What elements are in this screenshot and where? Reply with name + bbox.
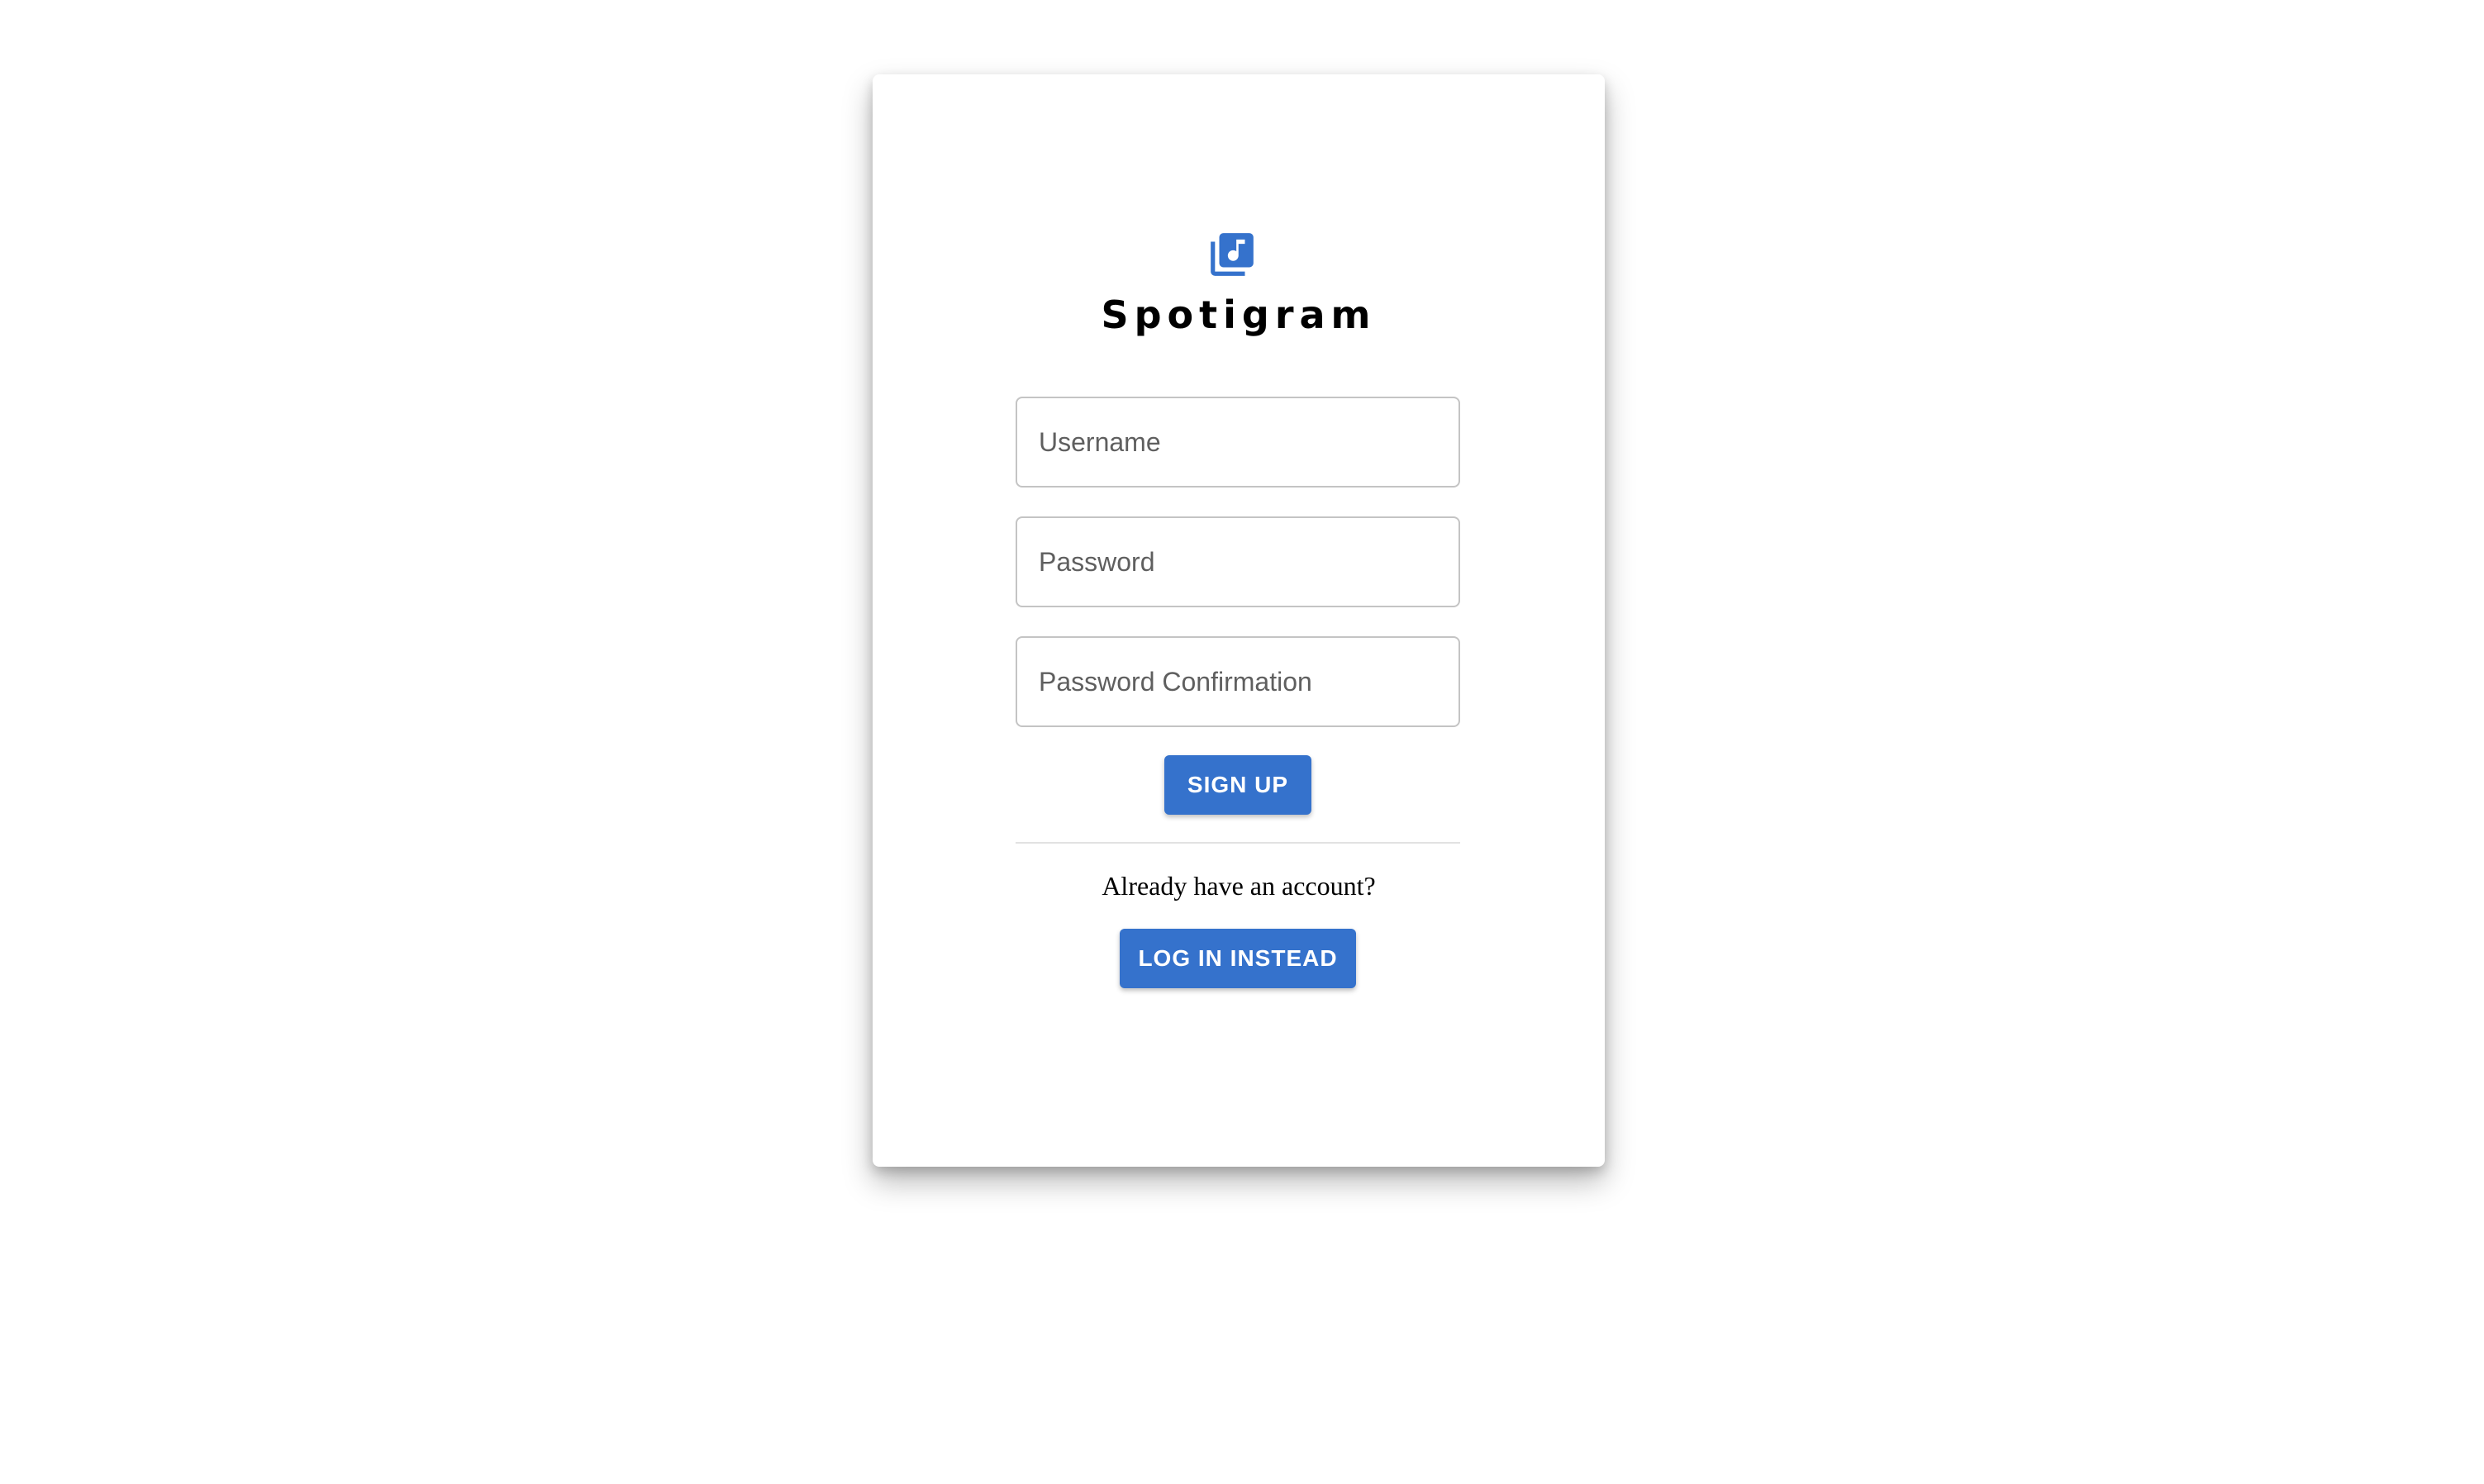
password-confirmation-field[interactable] bbox=[1016, 636, 1460, 727]
password-field[interactable] bbox=[1016, 516, 1460, 607]
log-in-instead-button[interactable]: Log in instead bbox=[1120, 929, 1356, 988]
app-title: Spotigram bbox=[1101, 293, 1377, 337]
login-prompt-text: Already have an account? bbox=[1102, 871, 1376, 901]
sign-up-button[interactable]: Sign up bbox=[1164, 755, 1311, 815]
username-input[interactable] bbox=[1017, 398, 1459, 486]
divider bbox=[1016, 842, 1460, 844]
password-confirmation-input[interactable] bbox=[1017, 638, 1459, 725]
music-library-icon bbox=[1211, 233, 1254, 276]
username-field[interactable] bbox=[1016, 397, 1460, 488]
password-input[interactable] bbox=[1017, 518, 1459, 606]
